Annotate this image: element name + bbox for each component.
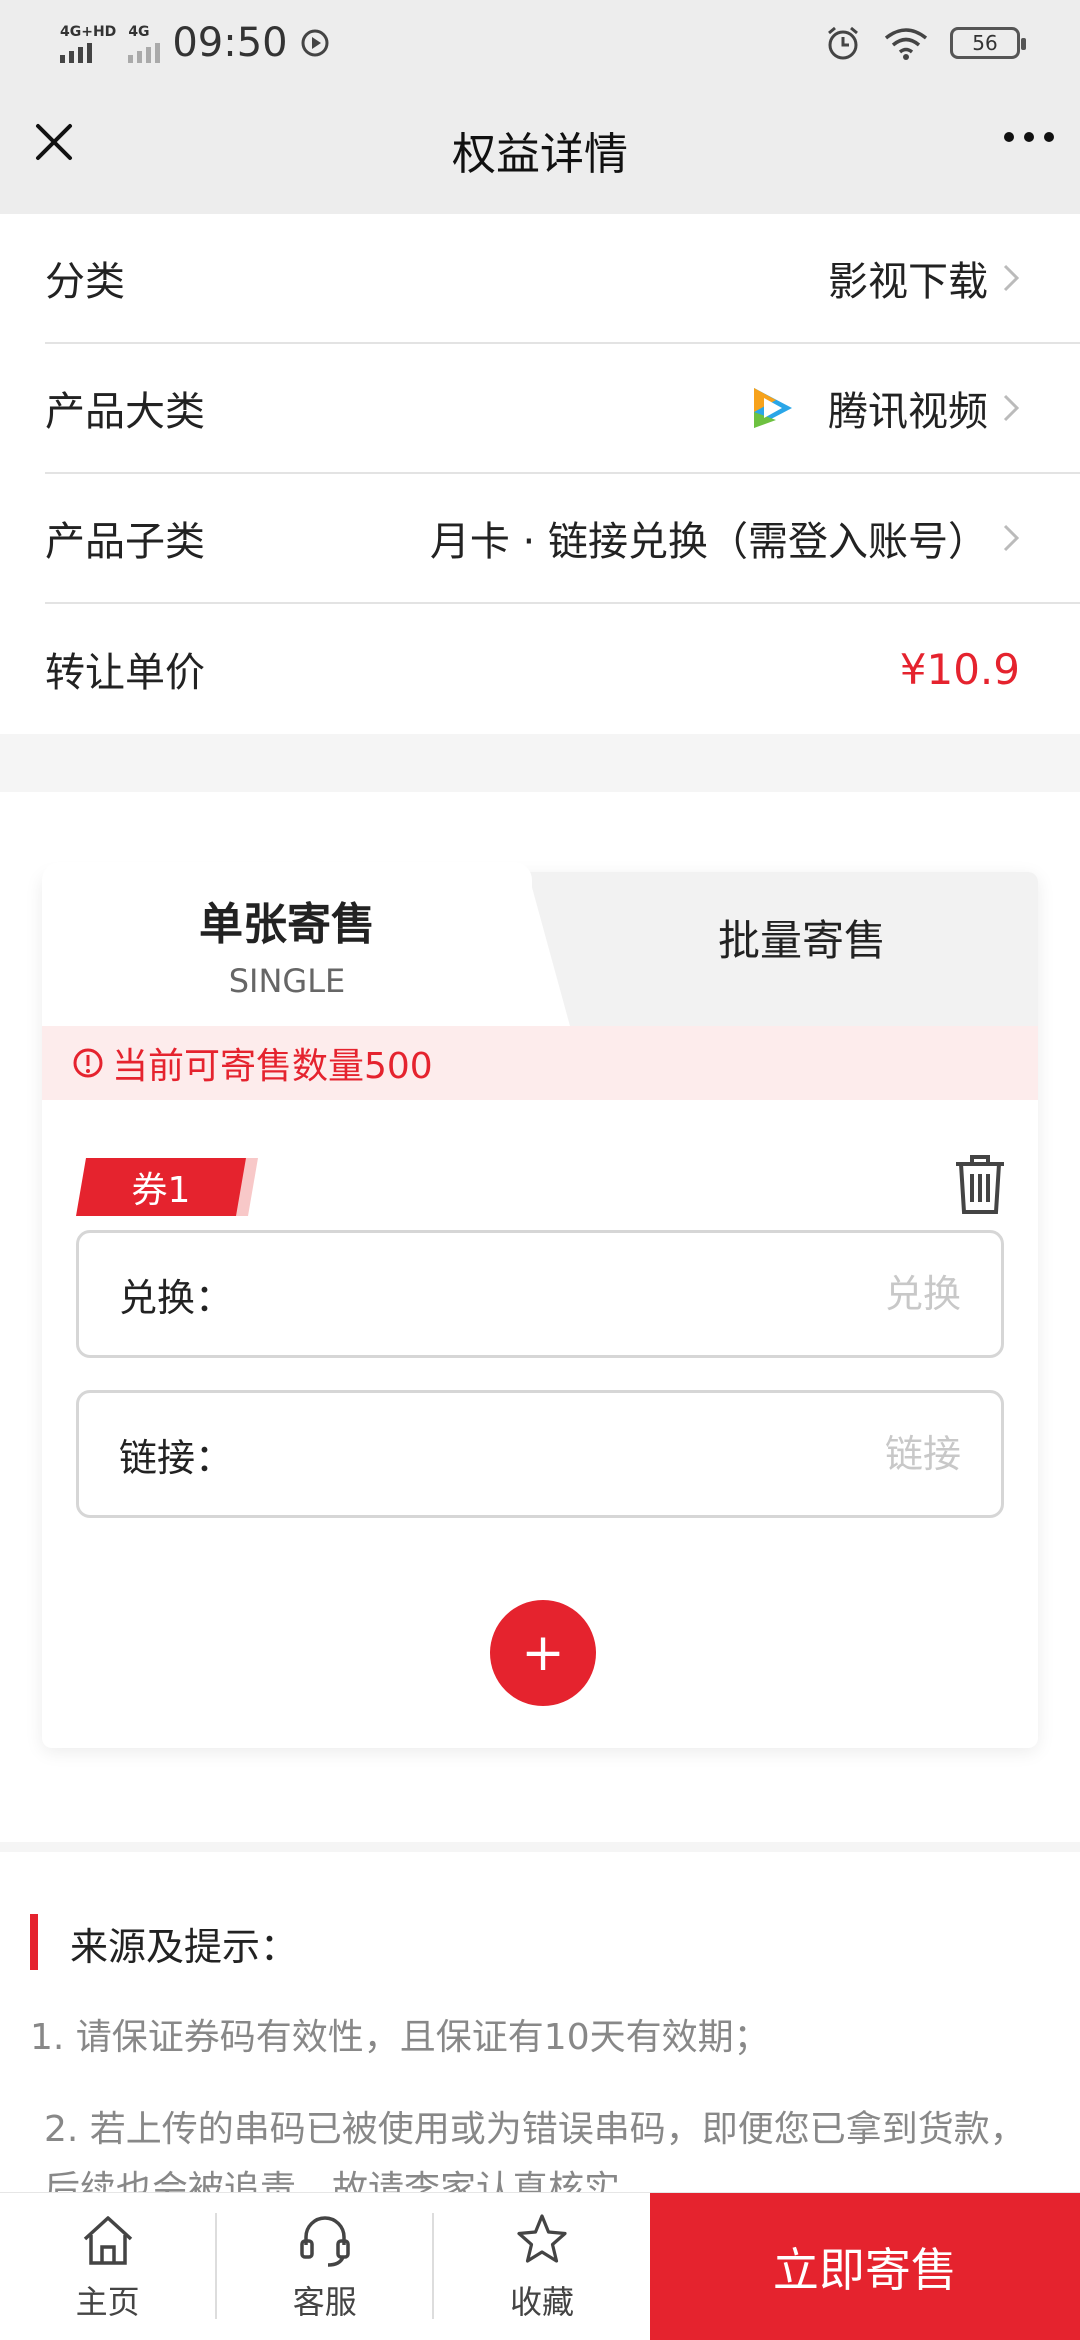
alarm-icon: [828, 26, 858, 60]
redeem-input[interactable]: [661, 1272, 961, 1316]
tips-accent-bar: [30, 1914, 38, 1970]
redeem-field-label: 兑换：: [119, 1275, 234, 1320]
signal-weak-icon: [128, 41, 161, 63]
star-icon: [517, 2214, 567, 2263]
subcategory-row[interactable]: 产品子类 月卡 · 链接兑换（需登入账号）: [45, 474, 1080, 604]
headset-icon: [300, 2216, 350, 2267]
tab-single-label: 单张寄售: [199, 899, 375, 950]
redeem-field: 兑换：: [76, 1230, 1004, 1358]
coupon-tag: 券1: [76, 1158, 246, 1216]
quantity-notice: 当前可寄售数量500: [42, 1026, 1038, 1100]
product-info-list: 分类 影视下载 产品大类 腾讯视频 产品子类 月卡 · 链接兑换（需登入账号） …: [0, 214, 1080, 734]
more-menu-icon[interactable]: [1004, 132, 1054, 142]
category-value: 影视下载: [828, 259, 988, 305]
product-value-wrap: 腾讯视频: [746, 379, 1020, 437]
network-label-1: 4G+HD: [60, 24, 117, 40]
tips-item-1: 1. 请保证券码有效性，且保证有10天有效期；: [30, 2017, 770, 2058]
sale-card: 单张寄售 SINGLE 批量寄售 当前可寄售数量500 券1 兑换： 兑换 链接…: [42, 862, 1038, 1748]
coupon-header: 券1: [42, 1100, 1038, 1210]
category-row[interactable]: 分类 影视下载: [45, 214, 1080, 344]
customer-service-button[interactable]: 客服: [217, 2193, 432, 2340]
status-bar: 4G+HD 4G 09:50 56: [0, 0, 1080, 86]
bottom-bar: 主页 客服 收藏 立即寄售: [0, 2192, 1080, 2340]
nav-bar: 权益详情: [0, 86, 1080, 214]
battery-level: 56: [972, 31, 998, 55]
alert-circle-icon: [73, 1048, 103, 1078]
home-button[interactable]: 主页: [0, 2193, 215, 2340]
battery-icon: 56: [950, 27, 1026, 59]
status-time: 09:50: [172, 20, 288, 66]
close-icon[interactable]: [28, 116, 80, 168]
favorite-label: 收藏: [510, 2283, 575, 2321]
product-label: 产品大类: [45, 389, 205, 435]
favorite-button[interactable]: 收藏: [434, 2193, 649, 2340]
sale-tabs: 单张寄售 SINGLE 批量寄售: [42, 862, 1038, 1026]
tab-batch[interactable]: 批量寄售: [572, 872, 1032, 1002]
customer-service-label: 客服: [292, 2283, 357, 2321]
tips-section: 来源及提示： 1. 请保证券码有效性，且保证有10天有效期； 2. 若上传的串码…: [0, 1852, 1080, 2210]
chevron-right-icon: [1003, 524, 1020, 552]
link-input[interactable]: [661, 1432, 961, 1476]
subcategory-value-wrap: 月卡 · 链接兑换（需登入账号）: [430, 509, 1020, 567]
subcategory-label: 产品子类: [45, 519, 205, 565]
home-icon: [83, 2216, 132, 2265]
chevron-right-icon: [1003, 264, 1020, 292]
network-label-2: 4G: [128, 24, 150, 40]
category-label: 分类: [45, 259, 125, 305]
price-row: 转让单价 ¥10.9: [45, 604, 1080, 734]
sale-section: 单张寄售 SINGLE 批量寄售 当前可寄售数量500 券1 兑换： 兑换 链接…: [0, 792, 1080, 1842]
status-right: 56: [824, 24, 1026, 62]
tencent-video-logo-icon: [754, 388, 792, 428]
product-value: 腾讯视频: [828, 389, 988, 435]
signal-icon: [60, 41, 116, 63]
chevron-right-icon: [1003, 394, 1020, 422]
link-field: 链接：: [76, 1390, 1004, 1518]
consign-now-button[interactable]: 立即寄售: [649, 2193, 1080, 2340]
network-indicator-2: 4G: [128, 23, 161, 63]
product-row[interactable]: 产品大类 腾讯视频: [45, 344, 1080, 474]
tips-heading: 来源及提示：: [70, 1925, 299, 1969]
coupon-fields: 兑换： 链接：: [42, 1210, 1038, 1518]
trash-icon[interactable]: [952, 1152, 1008, 1216]
add-coupon-button[interactable]: +: [490, 1600, 596, 1706]
network-indicator-1: 4G+HD: [60, 23, 116, 63]
price-label: 转让单价: [45, 650, 205, 696]
tab-single[interactable]: 单张寄售 SINGLE: [42, 862, 570, 1026]
category-value-wrap: 影视下载: [828, 249, 1020, 307]
tab-single-sublabel: SINGLE: [228, 962, 346, 1000]
quantity-notice-text: 当前可寄售数量500: [112, 1046, 433, 1087]
status-left: 4G+HD 4G 09:50: [60, 20, 330, 66]
link-field-label: 链接：: [119, 1435, 234, 1480]
page-title: 权益详情: [452, 129, 628, 180]
home-label: 主页: [75, 2283, 140, 2321]
wifi-icon: [884, 28, 928, 60]
subcategory-value: 月卡 · 链接兑换（需登入账号）: [429, 519, 988, 565]
play-indicator-icon: [301, 29, 329, 57]
price-value: ¥10.9: [899, 644, 1020, 694]
